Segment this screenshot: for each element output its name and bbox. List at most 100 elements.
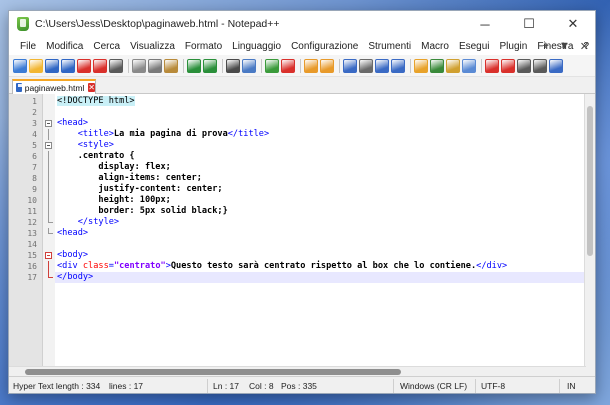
- record-macro-icon[interactable]: [485, 58, 499, 73]
- menu-item-macro[interactable]: Macro: [416, 41, 454, 52]
- word-wrap-icon[interactable]: [343, 58, 357, 73]
- line-number: 6: [32, 152, 37, 161]
- code-line[interactable]: 2: [32, 107, 586, 118]
- code-token: border: 5px solid black;}: [57, 206, 228, 216]
- close-document-button[interactable]: ✕: [580, 40, 589, 53]
- code-text: <head>: [57, 228, 88, 239]
- open-file-icon[interactable]: [29, 58, 43, 73]
- run-macro-icon[interactable]: [533, 58, 547, 73]
- status-file-type: Hyper Text length : 334: [13, 381, 101, 391]
- code-token: .centrato {: [57, 151, 135, 161]
- menu-bar: File Modifica Cerca Visualizza Formato Lingua…: [9, 37, 595, 55]
- menu-item-cerca[interactable]: Cerca: [88, 41, 125, 52]
- cut-icon[interactable]: [132, 58, 146, 73]
- code-line[interactable]: 7 display: flex;: [32, 162, 586, 173]
- code-line[interactable]: 12 </style>: [27, 217, 586, 228]
- line-number: 14: [27, 240, 37, 249]
- fold-toggle-icon[interactable]: [45, 252, 52, 259]
- vertical-scrollbar[interactable]: [584, 94, 595, 366]
- code-area[interactable]: 1 <!DOCTYPE html> 2 3 <head> 4 <title>La mia …: [27, 96, 586, 283]
- play-macro-icon[interactable]: [517, 58, 531, 73]
- find-icon[interactable]: [226, 58, 240, 73]
- redo-icon[interactable]: [203, 58, 217, 73]
- undo-icon[interactable]: [187, 58, 201, 73]
- close-all-icon[interactable]: [93, 58, 107, 73]
- doc-map-icon[interactable]: [414, 58, 428, 73]
- print-icon[interactable]: [109, 58, 123, 73]
- code-text: border: 5px solid black;}: [57, 206, 228, 217]
- horizontal-scrollbar[interactable]: [9, 366, 586, 376]
- save-icon[interactable]: [45, 58, 59, 73]
- line-number: 11: [27, 207, 37, 216]
- replace-icon[interactable]: [242, 58, 256, 73]
- menu-item-file[interactable]: File: [15, 41, 41, 52]
- tab-list-dropdown-icon[interactable]: ▼: [559, 40, 570, 52]
- code-line[interactable]: 4 <title>La mia pagina di prova</title>: [32, 129, 586, 140]
- menu-item-modifica[interactable]: Modifica: [41, 41, 88, 52]
- close-icon[interactable]: [77, 58, 91, 73]
- new-file-icon[interactable]: [13, 58, 27, 73]
- title-bar[interactable]: C:\Users\Jess\Desktop\paginaweb.html - N…: [9, 11, 595, 37]
- sync-v-icon[interactable]: [304, 58, 318, 73]
- code-line[interactable]: 1 <!DOCTYPE html>: [32, 96, 586, 107]
- folder-workspace-icon[interactable]: [446, 58, 460, 73]
- code-editor[interactable]: 1 <!DOCTYPE html> 2 3 <head> 4 <title>La mia …: [9, 94, 586, 366]
- monitor-icon[interactable]: [462, 58, 476, 73]
- fold-guide-line: [48, 184, 49, 195]
- paste-icon[interactable]: [164, 58, 178, 73]
- save-all-icon[interactable]: [61, 58, 75, 73]
- status-eol[interactable]: Windows (CR LF): [400, 381, 467, 391]
- menu-item-formato[interactable]: Formato: [180, 41, 227, 52]
- line-number: 7: [32, 163, 37, 172]
- code-line[interactable]: 10 height: 100px;: [27, 195, 586, 206]
- status-encoding[interactable]: UTF-8: [481, 381, 505, 391]
- code-line[interactable]: 6 .centrato {: [32, 151, 586, 162]
- menu-right-controls: + ▼ ✕: [542, 37, 589, 55]
- code-line[interactable]: 9 justify-content: center;: [32, 184, 586, 195]
- status-ln: Ln : 17: [213, 381, 239, 391]
- code-text: .centrato {: [57, 151, 135, 162]
- menu-item-visualizza[interactable]: Visualizza: [125, 41, 180, 52]
- stop-macro-icon[interactable]: [501, 58, 515, 73]
- menu-item-esegui[interactable]: Esegui: [454, 41, 495, 52]
- all-chars-icon[interactable]: [359, 58, 373, 73]
- zoom-in-icon[interactable]: [265, 58, 279, 73]
- horizontal-scroll-thumb[interactable]: [25, 369, 401, 375]
- code-line[interactable]: 13 <head>: [27, 228, 586, 239]
- notepadpp-app-icon[interactable]: [17, 17, 29, 31]
- function-list-icon[interactable]: [430, 58, 444, 73]
- code-line[interactable]: 15 <body>: [27, 250, 586, 261]
- code-line[interactable]: 8 align-items: center;: [32, 173, 586, 184]
- vertical-scroll-thumb[interactable]: [587, 106, 593, 256]
- code-line[interactable]: 17 </body>: [27, 272, 586, 283]
- close-button[interactable]: ✕: [551, 11, 595, 37]
- save-macro-icon[interactable]: [549, 58, 563, 73]
- tab-paginaweb[interactable]: paginaweb.html ✕: [12, 79, 96, 94]
- line-number: 4: [32, 130, 37, 139]
- maximize-button[interactable]: ☐: [507, 11, 551, 37]
- udl-icon[interactable]: [391, 58, 405, 73]
- fold-toggle-icon[interactable]: [45, 120, 52, 127]
- menu-item-configurazione[interactable]: Configurazione: [286, 41, 363, 52]
- status-insert-mode[interactable]: IN: [567, 381, 576, 391]
- code-line[interactable]: 14: [27, 239, 586, 250]
- indent-guide-icon[interactable]: [375, 58, 389, 73]
- code-line[interactable]: 16 <div class="centrato">Questo testo sar…: [27, 261, 586, 272]
- fold-toggle-icon[interactable]: [45, 142, 52, 149]
- code-text: <title>La mia pagina di prova</title>: [57, 129, 269, 140]
- menu-item-linguaggio[interactable]: Linguaggio: [227, 41, 286, 52]
- code-line[interactable]: 11 border: 5px solid black;}: [27, 206, 586, 217]
- code-line[interactable]: 5 <style>: [32, 140, 586, 151]
- tab-close-icon[interactable]: ✕: [88, 83, 95, 92]
- code-line[interactable]: 3 <head>: [32, 118, 586, 129]
- new-tab-plus-button[interactable]: +: [542, 40, 548, 52]
- menu-item-strumenti[interactable]: Strumenti: [363, 41, 416, 52]
- code-token: Questo testo sarà centrato rispetto al b…: [170, 261, 477, 271]
- zoom-out-icon[interactable]: [281, 58, 295, 73]
- menu-item-plugin[interactable]: Plugin: [495, 41, 533, 52]
- sync-h-icon[interactable]: [320, 58, 334, 73]
- code-text: <head>: [57, 118, 88, 129]
- toolbar-separator: [410, 58, 411, 73]
- copy-icon[interactable]: [148, 58, 162, 73]
- minimize-button[interactable]: ─: [463, 11, 507, 37]
